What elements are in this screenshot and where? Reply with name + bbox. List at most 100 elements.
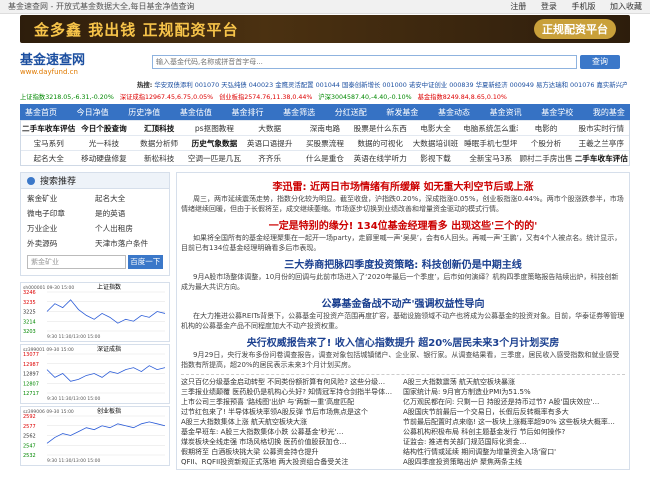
news-headline[interactable]: 一定是特别的缘分! 134位基金经理看多 出现这些'三个的的': [181, 217, 625, 232]
news-headline[interactable]: 央行权威报告来了! 收入信心指数提升 超20%居民未来3个月计划买房: [181, 334, 625, 349]
headline-item[interactable]: 国家统计局: 9月官方制造业PMI为51.5%: [403, 387, 621, 397]
nav-item[interactable]: 基金排行: [230, 107, 266, 118]
headline-item[interactable]: 证监会: 推进有关部门规范国际化资金…: [403, 437, 621, 447]
headline-item[interactable]: 基金早班车: A股三大指数集体小跌 公募基金'秒光'…: [181, 427, 399, 437]
news-headline[interactable]: 三大券商把脉四季度投资策略: 科技创新仍是中期主线: [181, 256, 625, 271]
keyword-link[interactable]: 全新宝马3系: [463, 153, 518, 164]
keyword-link[interactable]: 大数据: [242, 123, 297, 134]
keyword-link[interactable]: 齐齐乐: [242, 153, 297, 164]
keyword-link[interactable]: 汇顶科技: [132, 123, 187, 134]
keyword-link[interactable]: 数据的可视化: [353, 138, 408, 149]
register-link[interactable]: 注册: [510, 2, 526, 11]
keyword-link[interactable]: 睡眠手机七型坪: [463, 138, 518, 149]
keyword-link[interactable]: 空调一匹是几瓦: [187, 153, 242, 164]
ticker-item[interactable]: 上证指数3218.05,-6.31,-0.20%: [20, 94, 114, 101]
nav-item[interactable]: 新发基金: [384, 107, 420, 118]
keyword-link[interactable]: 电脑系统怎么重装: [463, 123, 518, 134]
baidu-search-button[interactable]: 百度一下: [127, 255, 163, 269]
headline-item[interactable]: A股三大指数震荡 航天航空板块暴涨: [403, 377, 621, 387]
recommend-link[interactable]: 起名大全: [95, 193, 163, 204]
headline-item[interactable]: 公募机构积极布局 科创主题基金发行 节后如何操作?: [403, 427, 621, 437]
ad-banner[interactable]: 金多鑫 我出钱 正规配资平台 正规配资平台: [20, 15, 630, 43]
headline-item[interactable]: A股三大指数集体上涨 航天航空板块大涨: [181, 417, 399, 427]
news-headline[interactable]: 公募基金备战不动产'强调权益性导向: [181, 295, 625, 310]
ticker-item[interactable]: 创业板指2574.76,11.38,0.44%: [219, 94, 312, 101]
keyword-link[interactable]: 影视下载: [408, 153, 463, 164]
keyword-link[interactable]: 起名大全: [21, 153, 76, 164]
keyword-link[interactable]: 顾村二手房出售: [518, 153, 573, 164]
nav-item[interactable]: 历史净值: [126, 107, 162, 118]
keyword-link[interactable]: 什么是重仓: [297, 153, 352, 164]
headline-item[interactable]: 三季报业绩颠覆 医药股仍是机构心头好? 知情冠军持仓剑指半导体…: [181, 387, 399, 397]
keyword-link[interactable]: 王羲之兰亭序: [574, 138, 629, 149]
mobile-link[interactable]: 手机版: [571, 2, 595, 11]
search-input[interactable]: [152, 55, 577, 69]
recommend-link[interactable]: 是的英语: [95, 208, 163, 219]
keyword-link[interactable]: 光一科技: [76, 138, 131, 149]
news-panel: 李迅雷: 近两日市场情绪有所缓解 如无重大利空节后或上涨 周三，两市延续震荡走势，…: [176, 172, 630, 470]
headline-item[interactable]: 假期将至 白酒板块挑大梁 公募资金持仓提升: [181, 447, 399, 457]
keyword-link[interactable]: 买股票流程: [297, 138, 352, 149]
nav-item[interactable]: 基金筛选: [281, 107, 317, 118]
keyword-link[interactable]: 电影大全: [408, 123, 463, 134]
keyword-link[interactable]: 二手车收车评估: [21, 123, 76, 134]
headline-item[interactable]: 这只百亿分级基金启动转型 不同类份额折算有何风险? 这些分级…: [181, 377, 399, 387]
ticker-item[interactable]: 深证成指12967.45,6.75,0.05%: [120, 94, 213, 101]
index-chart[interactable]: 深证成指 sz399001 09-30 15:00 13077 12987 12897 1…: [20, 344, 170, 404]
nav-item[interactable]: 基金估值: [178, 107, 214, 118]
banner-cta[interactable]: 正规配资平台: [534, 19, 616, 39]
headline-item[interactable]: QFII、RQFII投资新规正式落地 两大投资组合备受关注: [181, 457, 399, 467]
keyword-link[interactable]: 电影的: [518, 123, 573, 134]
headline-item[interactable]: 亿万观民都在问: 只剩一日 持股还是持币过节? A股'国庆效应'…: [403, 397, 621, 407]
headline-item[interactable]: 上市公司三季报预喜 '路线图'出炉 与'两新一重'高度匹配: [181, 397, 399, 407]
news-headline[interactable]: 李迅雷: 近两日市场情绪有所缓解 如无重大利空节后或上涨: [181, 178, 625, 193]
nav-item[interactable]: 今日净值: [75, 107, 111, 118]
nav-item[interactable]: 我的基金: [591, 107, 627, 118]
keyword-link[interactable]: 历史气象数据: [187, 138, 242, 149]
nav-item[interactable]: 基金资讯: [488, 107, 524, 118]
headline-item[interactable]: 节前最后配置时点来临! 这一板块上涨概率超90% 这些板块大概率…: [403, 417, 621, 427]
recommend-link[interactable]: 紫金矿业: [27, 193, 95, 204]
index-chart[interactable]: 创业板指 sz399006 09-30 15:00 2592 2577 2562 2547…: [20, 406, 170, 466]
ticker-item[interactable]: 基金指数8249.84,8.65,0.10%: [418, 94, 507, 101]
keyword-link[interactable]: 英语口语提升: [242, 138, 297, 149]
login-link[interactable]: 登录: [541, 2, 557, 11]
headline-item[interactable]: 过节红包来了! 半导体板块率领A股反弹 节后市场焦点是这个: [181, 407, 399, 417]
keyword-link[interactable]: 移动硬盘修复: [76, 153, 131, 164]
logo-url: www.dayfund.cn: [20, 67, 78, 76]
search-button[interactable]: 查询: [580, 55, 620, 69]
hot-list[interactable]: 华安双债添利 001070 天弘纯债 040023 金鹰灵活配置 001044 …: [154, 81, 627, 89]
keyword-link[interactable]: ps抠图教程: [187, 123, 242, 134]
recommend-link[interactable]: 微电子印章: [27, 208, 95, 219]
keyword-link[interactable]: 今日个股查询: [76, 123, 131, 134]
headline-item[interactable]: 结构性行情或延续 期间调整为增量资金入场'窗口': [403, 447, 621, 457]
nav-item[interactable]: 分红送配: [333, 107, 369, 118]
recommend-link[interactable]: 个人出租房: [95, 223, 163, 234]
keyword-link[interactable]: 英语在线学听力: [353, 153, 408, 164]
headline-item[interactable]: 煤炭板块全线走强 市场风格切换 医药价值股获加仓…: [181, 437, 399, 447]
keyword-link[interactable]: 股票是什么东西: [353, 123, 408, 134]
bookmark-link[interactable]: 加入收藏: [610, 2, 642, 11]
index-chart[interactable]: 上证指数 sh000001 09-30 15:00 3246 3235 3225 3214…: [20, 282, 170, 342]
recommend-link[interactable]: 外卖源码: [27, 238, 95, 249]
main-content: 搜索推荐 紫金矿业 起名大全 微电子印章 是的英语 万业企业 个人出租房 外卖源码 天津市落户…: [20, 172, 630, 470]
keyword-link[interactable]: 个股分析: [518, 138, 573, 149]
keyword-link[interactable]: 新松科技: [132, 153, 187, 164]
recommend-link[interactable]: 万业企业: [27, 223, 95, 234]
nav-item[interactable]: 基金动态: [436, 107, 472, 118]
baidu-search-input[interactable]: 紫金矿业: [27, 255, 126, 269]
keyword-link[interactable]: 深南电路: [297, 123, 352, 134]
chart-time-axis: 9:30 11:30/13:00 15:00: [47, 334, 101, 340]
keyword-link[interactable]: 二手车收车评估: [574, 153, 629, 164]
keyword-link[interactable]: 股市实时行情: [574, 123, 629, 134]
nav-item[interactable]: 基金学校: [539, 107, 575, 118]
keyword-link[interactable]: 数据分析师: [132, 138, 187, 149]
keyword-link[interactable]: 大数据培训班: [408, 138, 463, 149]
ticker-item[interactable]: 沪深3004587.40,-4.40,-0.10%: [318, 94, 411, 101]
recommend-link[interactable]: 天津市落户条件: [95, 238, 163, 249]
headline-item[interactable]: A股国庆节前最后一个交易日，长假后反转概率有多大: [403, 407, 621, 417]
nav-item[interactable]: 基金首页: [23, 107, 59, 118]
site-logo[interactable]: 基金速查网 www.dayfund.cn: [20, 49, 130, 76]
keyword-link[interactable]: 宝马系列: [21, 138, 76, 149]
headline-item[interactable]: A股四季度投资策略出炉 聚焦两条主线: [403, 457, 621, 467]
